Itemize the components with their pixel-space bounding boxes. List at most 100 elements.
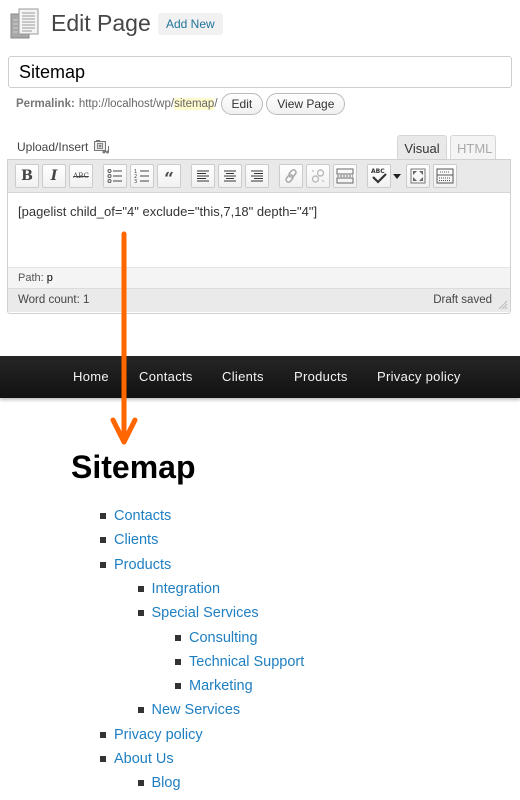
- view-page-button[interactable]: View Page: [266, 93, 346, 115]
- post-title-input[interactable]: [8, 56, 512, 88]
- draft-status: Draft saved: [433, 294, 492, 306]
- kitchen-sink-icon: [436, 168, 454, 184]
- fullscreen-button[interactable]: [406, 164, 430, 188]
- bullet-icon: [175, 658, 181, 665]
- pages-icon: [10, 8, 40, 40]
- italic-icon: I: [50, 168, 58, 184]
- align-center-button[interactable]: [218, 164, 242, 188]
- tab-visual[interactable]: Visual: [397, 135, 447, 160]
- bullet-icon: [175, 683, 181, 690]
- annotation-arrow: [110, 231, 138, 445]
- sitemap-heading: Sitemap: [71, 449, 196, 485]
- nav-item-products[interactable]: Products: [294, 356, 348, 398]
- site-nav-bar: Home Contacts Clients Products Privacy p…: [0, 356, 520, 398]
- sitemap-link[interactable]: About Us: [100, 749, 174, 769]
- bullet-icon: [100, 756, 106, 762]
- align-left-icon: [197, 170, 209, 182]
- sitemap-link-label: Technical Support: [189, 653, 305, 670]
- bold-icon: B: [21, 168, 33, 184]
- bullet-icon: [100, 731, 106, 738]
- add-new-button[interactable]: Add New: [158, 13, 223, 35]
- editor-toolbar: B I ABC 123 “ ABC: [8, 160, 510, 193]
- bullet-list-button[interactable]: [103, 164, 127, 188]
- path-element-p[interactable]: p: [47, 272, 53, 284]
- svg-text:ABC: ABC: [371, 168, 385, 175]
- permalink-row: Permalink: http://localhost/wp/ sitemap …: [16, 93, 346, 115]
- svg-text:3: 3: [134, 179, 137, 184]
- sitemap-link[interactable]: Consulting: [175, 628, 258, 648]
- sitemap-link-label: Consulting: [189, 629, 258, 646]
- sitemap-link[interactable]: Technical Support: [175, 652, 304, 672]
- kitchen-sink-button[interactable]: [433, 164, 457, 188]
- editor-path-bar: Path: p: [8, 267, 510, 288]
- more-tag-icon: [336, 168, 354, 184]
- align-center-icon: [224, 170, 236, 182]
- sitemap-link[interactable]: New Services: [137, 700, 241, 720]
- sitemap-link[interactable]: Blog: [137, 773, 181, 793]
- bullet-icon: [100, 513, 106, 519]
- sitemap-link-label: Marketing: [189, 678, 253, 695]
- media-gallery-icon[interactable]: [94, 140, 110, 154]
- nav-item-contacts[interactable]: Contacts: [139, 356, 193, 398]
- path-label: Path:: [18, 272, 44, 284]
- permalink-label: Permalink:: [16, 98, 75, 110]
- fullscreen-icon: [410, 168, 426, 184]
- sitemap-link-label: Products: [114, 556, 172, 573]
- bullet-icon: [175, 634, 181, 641]
- nav-item-home[interactable]: Home: [73, 356, 109, 398]
- blockquote-button[interactable]: “: [157, 164, 181, 189]
- word-count: Word count: 1: [18, 294, 90, 306]
- sitemap-link-label: New Services: [151, 702, 241, 719]
- sitemap-link[interactable]: Contacts: [100, 506, 171, 526]
- spellcheck-icon: ABC: [371, 168, 387, 184]
- strikethrough-icon: ABC: [73, 172, 89, 180]
- sitemap-link-label: Contacts: [114, 508, 172, 524]
- sitemap-link-label: Special Services: [151, 605, 259, 622]
- page-title: Edit Page: [51, 10, 151, 36]
- numbered-list-button[interactable]: 123: [130, 164, 154, 188]
- blockquote-icon: “: [164, 169, 174, 189]
- sitemap-link[interactable]: Products: [100, 555, 171, 575]
- upload-insert[interactable]: Upload/Insert: [17, 140, 110, 154]
- permalink-slug[interactable]: sitemap: [174, 98, 215, 110]
- chevron-down-icon: [393, 173, 401, 179]
- sitemap-link[interactable]: Special Services: [137, 603, 259, 623]
- align-left-button[interactable]: [191, 164, 215, 188]
- upload-insert-label: Upload/Insert: [17, 140, 89, 154]
- sitemap-link[interactable]: Privacy policy: [100, 725, 203, 745]
- insert-link-button[interactable]: [279, 164, 303, 188]
- tab-html[interactable]: HTML: [450, 135, 496, 160]
- sitemap-link[interactable]: Integration: [137, 579, 220, 599]
- nav-item-clients[interactable]: Clients: [222, 356, 264, 398]
- spellcheck-language-dropdown[interactable]: [391, 164, 403, 188]
- sitemap-link-label: Clients: [114, 532, 159, 549]
- arrow-head: [110, 417, 138, 445]
- numbered-list-icon: 123: [134, 169, 149, 184]
- bold-button[interactable]: B: [15, 164, 39, 188]
- bullet-list-icon: [107, 169, 122, 183]
- sitemap-link-label: Privacy policy: [114, 726, 203, 743]
- bullet-icon: [137, 610, 144, 617]
- sitemap-link[interactable]: Clients: [100, 530, 158, 550]
- insert-more-button[interactable]: [333, 164, 357, 188]
- align-right-icon: [251, 170, 263, 182]
- editor-status-bar: Word count: 1 Draft saved: [8, 288, 510, 312]
- bullet-icon: [137, 707, 144, 714]
- sitemap-link-label: Blog: [151, 775, 181, 792]
- unlink-icon: [311, 169, 325, 183]
- unlink-button[interactable]: [306, 164, 330, 188]
- editor-content[interactable]: [pagelist child_of="4" exclude="this,7,1…: [8, 193, 510, 267]
- strikethrough-button[interactable]: ABC: [69, 164, 93, 188]
- edit-permalink-button[interactable]: Edit: [220, 93, 264, 115]
- nav-item-privacy-policy[interactable]: Privacy policy: [377, 356, 461, 398]
- bullet-icon: [100, 537, 106, 544]
- sitemap-link[interactable]: Marketing: [175, 676, 253, 696]
- spellcheck-button[interactable]: ABC: [367, 164, 391, 188]
- post-editor: B I ABC 123 “ ABC [pagelist child_of="4"…: [7, 159, 511, 314]
- sitemap-link-label: About Us: [114, 751, 174, 767]
- resize-handle-icon[interactable]: [498, 300, 508, 310]
- bullet-icon: [137, 585, 144, 592]
- permalink-trailing: /: [214, 98, 218, 110]
- italic-button[interactable]: I: [42, 164, 66, 188]
- align-right-button[interactable]: [245, 164, 269, 188]
